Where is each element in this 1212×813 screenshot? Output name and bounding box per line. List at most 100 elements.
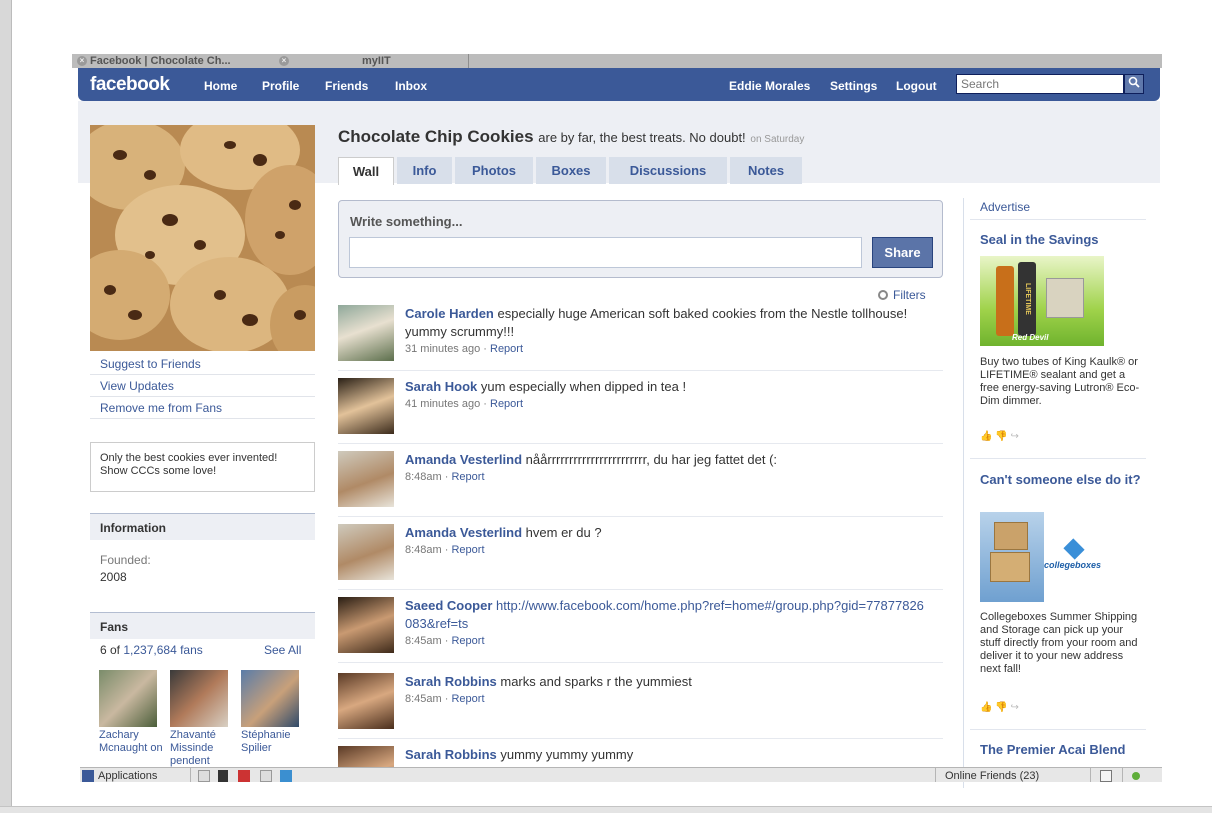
post-author[interactable]: Amanda Vesterlind [405,525,522,540]
browser-tab-strip: × Facebook | Chocolate Ch... × myIIT [72,54,1162,68]
nav-profile[interactable]: Profile [262,79,299,93]
report-link[interactable]: Report [451,635,484,647]
applications-menu[interactable]: Applications [98,770,157,782]
wall-post: Sarah Robbins marks and sparks r the yum… [338,673,943,739]
post-author[interactable]: Amanda Vesterlind [405,452,522,467]
tab-notes[interactable]: Notes [730,157,802,184]
post-time: 41 minutes ago [405,398,481,410]
nav-home[interactable]: Home [204,79,237,93]
ad-title[interactable]: Seal in the Savings [980,232,1146,248]
video-app-icon[interactable] [218,770,228,782]
gifts-app-icon[interactable] [238,770,250,782]
browser-tab-facebook[interactable]: × Facebook | Chocolate Ch... [74,54,274,68]
report-link[interactable]: Report [451,693,484,705]
post-avatar[interactable] [338,378,394,434]
post-body: Amanda Vesterlind nåårrrrrrrrrrrrrrrrrrr… [405,451,925,485]
ad-image-sealant[interactable]: LIFETIME Red Devil [980,256,1104,346]
notes-app-icon[interactable] [260,770,272,782]
post-author[interactable]: Sarah Hook [405,379,477,394]
advertise-link[interactable]: Advertise [980,200,1030,214]
wall-post: Amanda Vesterlind nåårrrrrrrrrrrrrrrrrrr… [338,451,943,517]
ad-like-controls[interactable]: 👍 👎 ↪ [980,431,1019,442]
post-author[interactable]: Sarah Robbins [405,747,497,762]
nav-user-name[interactable]: Eddie Morales [729,79,810,93]
tab-discussions[interactable]: Discussions [609,157,727,184]
see-all-fans-link[interactable]: See All [264,643,301,657]
fan-name[interactable]: Stéphanie Spilier [241,729,305,755]
collegeboxes-wordmark: collegeboxes [1044,560,1102,570]
filters-label: Filters [893,288,926,302]
nav-settings[interactable]: Settings [830,79,877,93]
post-meta: 8:48am · Report [405,544,485,556]
fans-count-link[interactable]: 1,237,684 fans [123,643,202,657]
applications-chat-bar: Applications Online Friends (23) [80,767,1162,782]
post-text: marks and sparks r the yummiest [500,674,692,689]
fan-avatar[interactable] [241,670,299,727]
report-link[interactable]: Report [451,471,484,483]
report-link[interactable]: Report [490,343,523,355]
share-button[interactable]: Share [872,237,933,268]
dimmer-box [1046,278,1084,318]
facebook-applications-icon[interactable] [82,770,94,782]
report-link[interactable]: Report [451,544,484,556]
report-link[interactable]: Report [490,398,523,410]
facebook-logo[interactable]: facebook [90,74,170,96]
fan-name[interactable]: Zachary Mcnaught on [99,729,163,755]
chat-bar-divider [935,768,936,782]
tab-info[interactable]: Info [397,157,452,184]
close-tab-icon[interactable]: × [77,56,87,66]
fan-card[interactable]: Stéphanie Spilier [241,670,305,755]
photos-app-icon[interactable] [198,770,210,782]
post-author[interactable]: Saeed Cooper [405,598,492,613]
post-body: Sarah Hook yum especially when dipped in… [405,378,925,412]
view-updates-link[interactable]: View Updates [90,375,315,397]
tab-wall[interactable]: Wall [338,157,394,185]
online-friends-button[interactable]: Online Friends (23) [945,770,1039,782]
top-navigation-bar: facebook Home Profile Friends Inbox Eddi… [78,68,1160,101]
post-avatar[interactable] [338,673,394,729]
post-text: yummy yummy yummy [500,747,634,762]
post-author[interactable]: Sarah Robbins [405,674,497,689]
nav-logout[interactable]: Logout [896,79,937,93]
post-text: nåårrrrrrrrrrrrrrrrrrrrrrr, du har jeg f… [525,452,778,467]
post-avatar[interactable] [338,524,394,580]
ad-image-collegeboxes[interactable]: collegeboxes [980,512,1104,602]
ad-divider [970,219,1146,220]
post-avatar[interactable] [338,451,394,507]
fan-name[interactable]: Zhavanté Missinde pendent [170,729,234,768]
filters-link[interactable]: Filters [878,288,926,302]
ad-like-controls[interactable]: 👍 👎 ↪ [980,702,1019,713]
wall-post-input[interactable] [349,237,862,268]
post-author[interactable]: Carole Harden [405,306,494,321]
wall-post: Sarah Hook yum especially when dipped in… [338,378,943,444]
online-status-icon[interactable] [1132,772,1140,780]
close-tab-icon[interactable]: × [279,56,289,66]
notifications-icon[interactable] [1100,770,1112,782]
fan-card[interactable]: Zachary Mcnaught on [99,670,163,755]
nav-friends[interactable]: Friends [325,79,368,93]
wall-composer: Write something... Share [338,200,943,278]
post-avatar[interactable] [338,746,394,767]
box-icon [990,552,1030,582]
fan-card[interactable]: Zhavanté Missinde pendent [170,670,234,768]
search-button[interactable] [1124,74,1144,94]
profile-picture-cookies[interactable] [90,125,315,351]
post-time: 8:45am [405,635,442,647]
fan-avatar[interactable] [170,670,228,727]
post-avatar[interactable] [338,597,394,653]
caulk-tube-left [996,266,1014,336]
browser-tab-myiit[interactable]: × myIIT [276,54,466,68]
tab-photos[interactable]: Photos [455,157,533,184]
ad-text: Buy two tubes of King Kaulk® or LIFETIME… [980,356,1140,407]
ad-title[interactable]: The Premier Acai Blend [980,742,1146,768]
suggest-to-friends-link[interactable]: Suggest to Friends [90,353,315,375]
fan-avatar[interactable] [99,670,157,727]
post-avatar[interactable] [338,305,394,361]
nav-inbox[interactable]: Inbox [395,79,427,93]
remove-from-fans-link[interactable]: Remove me from Fans [90,397,315,419]
ad-title[interactable]: Can't someone else do it? [980,472,1146,488]
post-body: Sarah Robbins marks and sparks r the yum… [405,673,925,707]
links-app-icon[interactable] [280,770,292,782]
tab-boxes[interactable]: Boxes [536,157,606,184]
search-input[interactable]: Search [956,74,1124,94]
